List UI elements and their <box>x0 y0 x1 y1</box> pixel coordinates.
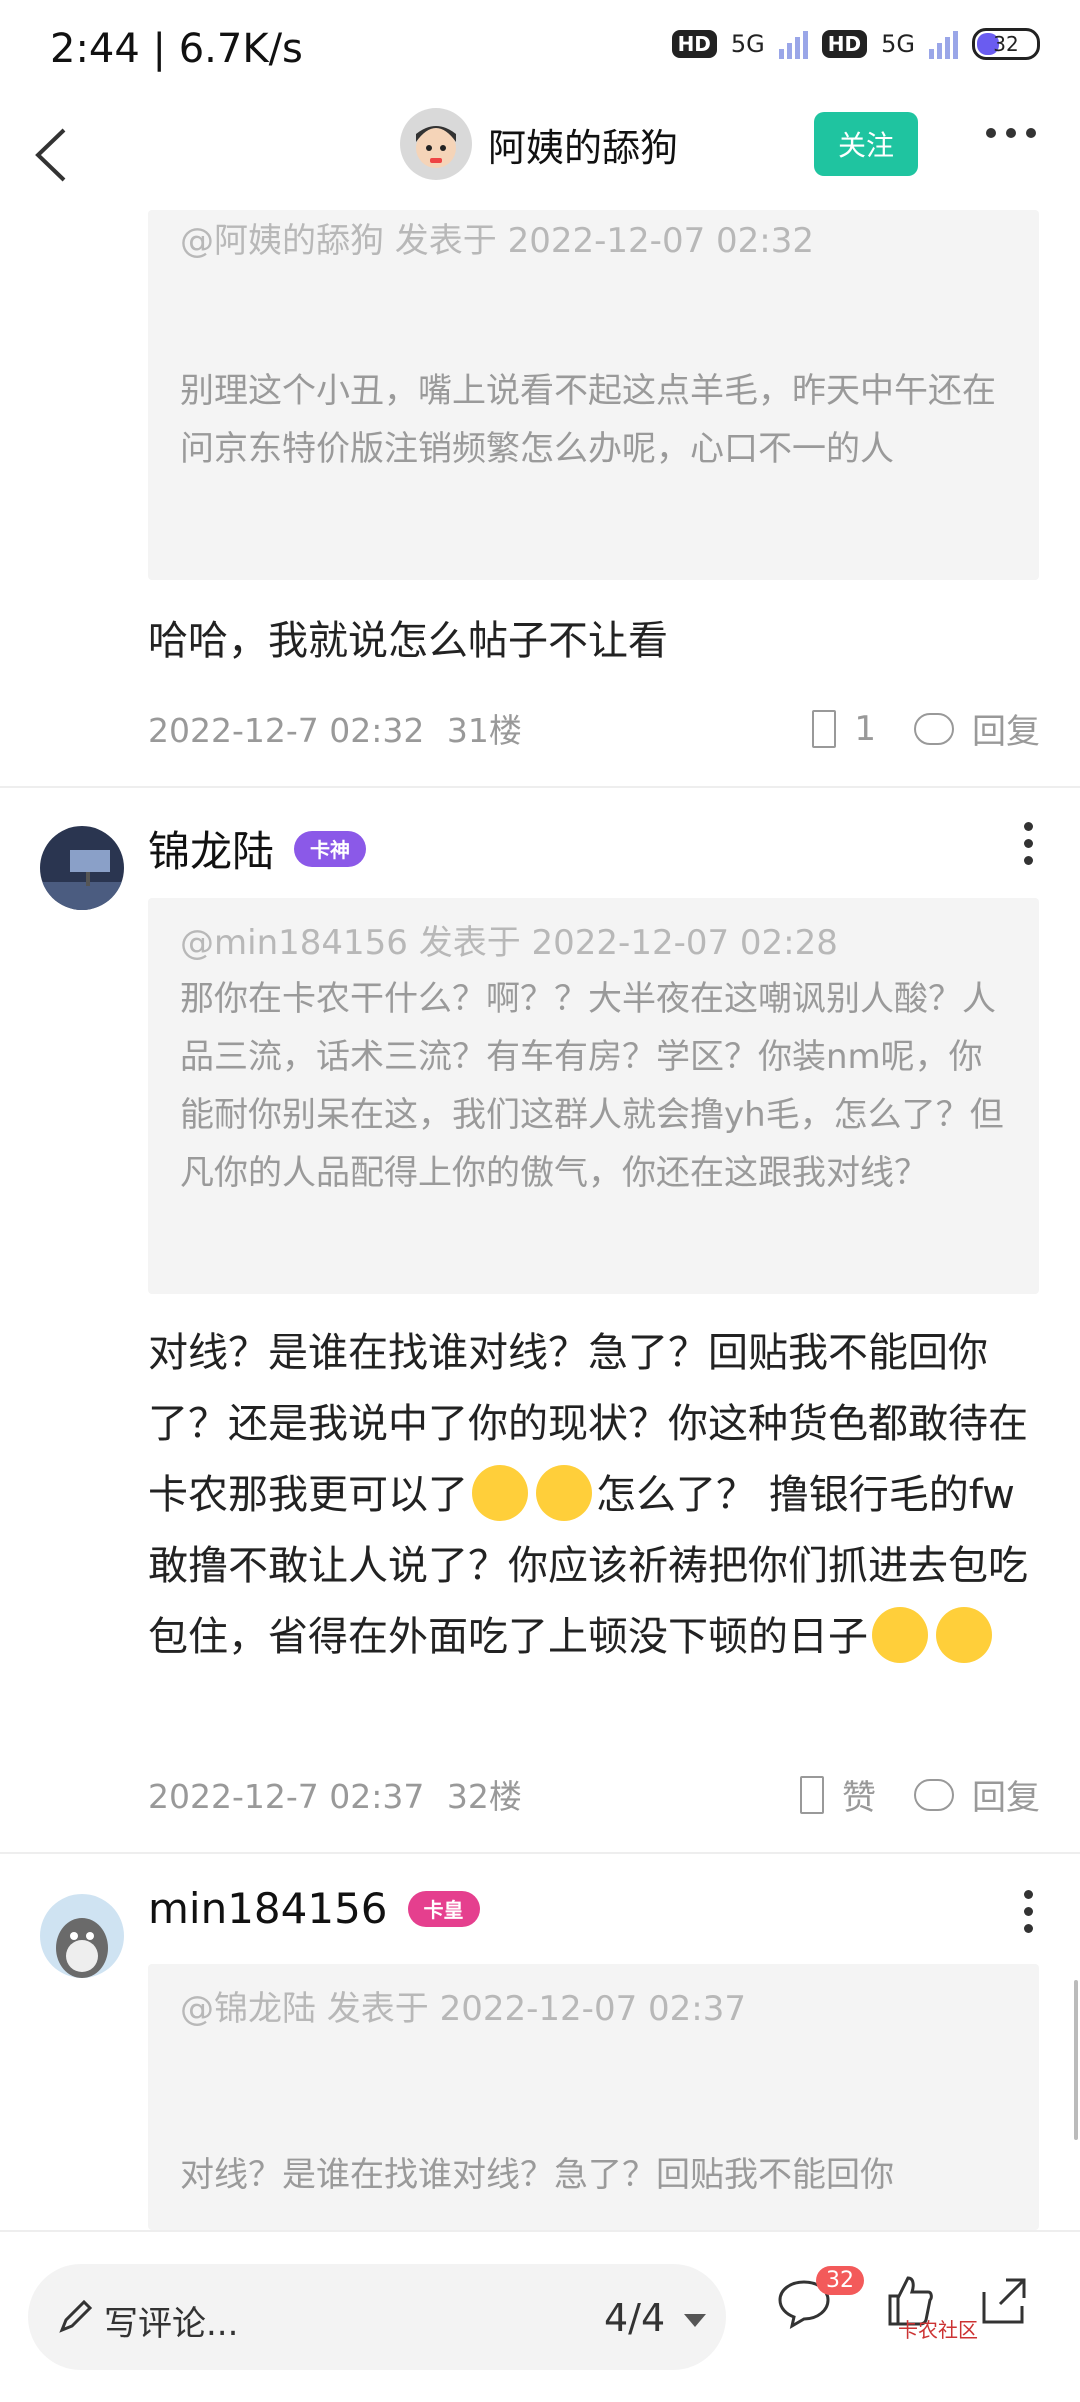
post-body: 哈哈，我就说怎么帖子不让看 <box>148 618 668 664</box>
quote-text: 那你在卡农干什么？啊？？大半夜在这嘲讽别人酸？人品三流，话术三流？有车有房？学区… <box>180 979 1004 1193</box>
laughing-emoji-icon <box>536 1465 592 1521</box>
divider <box>0 786 1080 788</box>
comment-count-badge: 32 <box>816 2266 864 2295</box>
laughing-emoji-icon <box>872 1607 928 1663</box>
status-icons: HD 5G HD 5G 32 <box>671 28 1040 60</box>
post-meta: 2022-12-7 02:32 31楼 <box>148 704 522 752</box>
network-label-2: 5G <box>881 30 915 58</box>
like-count[interactable]: 1 <box>854 709 876 749</box>
username-text[interactable]: 锦龙陆 <box>148 818 274 879</box>
hd-icon-2: HD <box>821 30 868 58</box>
share-icon[interactable] <box>976 2272 1032 2328</box>
battery-icon: 32 <box>972 28 1040 60</box>
reply-icon[interactable] <box>914 1778 954 1811</box>
back-arrow-icon[interactable] <box>24 120 84 190</box>
quoted-reply: @阿姨的舔狗 发表于 2022-12-07 02:32 别理这个小丑，嘴上说看不… <box>148 210 1039 580</box>
username[interactable]: 锦龙陆 卡神 <box>148 818 367 879</box>
rank-badge: 卡神 <box>294 830 367 867</box>
network-label: 5G <box>730 30 765 58</box>
chevron-down-icon[interactable] <box>684 2314 706 2327</box>
username-text[interactable]: min184156 <box>148 1884 388 1933</box>
rank-badge: 卡皇 <box>407 1890 480 1927</box>
scrollbar[interactable] <box>1074 1980 1078 2140</box>
post-date: 2022-12-7 02:37 <box>148 1777 425 1816</box>
post-meta: 2022-12-7 02:37 32楼 <box>148 1770 522 1818</box>
post-floor: 32楼 <box>446 1777 522 1816</box>
user-avatar[interactable] <box>400 108 472 180</box>
post-actions: 赞 回复 <box>800 1770 1040 1819</box>
comment-placeholder[interactable]: 写评论... <box>104 2296 238 2345</box>
post-date: 2022-12-7 02:32 <box>148 711 425 750</box>
laughing-emoji-icon <box>936 1607 992 1663</box>
hd-icon: HD <box>671 30 717 58</box>
top-nav: 阿姨的舔狗 关注 <box>0 100 1080 210</box>
reply-button[interactable]: 回复 <box>972 704 1040 753</box>
post-body: 对线？是谁在找谁对线？急了？回贴我不能回你了？还是我说中了你的现状？你这种货色都… <box>148 1318 1038 1673</box>
reply-icon[interactable] <box>914 712 954 745</box>
quote-header: @阿姨的舔狗 发表于 2022-12-07 02:32 <box>180 221 814 261</box>
quote-header: @min184156 发表于 2022-12-07 02:28 <box>180 923 838 963</box>
status-bar: 2:44 | 6.7K/s HD 5G HD 5G 32 <box>0 0 1080 100</box>
quoted-reply: @min184156 发表于 2022-12-07 02:28 那你在卡农干什么… <box>148 898 1039 1294</box>
user-avatar[interactable] <box>40 826 124 910</box>
username[interactable]: min184156 卡皇 <box>148 1884 480 1933</box>
more-options-icon[interactable] <box>986 128 1036 138</box>
user-avatar[interactable] <box>40 1894 124 1978</box>
watermark-text: 卡农社区 <box>898 2318 978 2342</box>
quoted-reply: @锦龙陆 发表于 2022-12-07 02:37 对线？是谁在找谁对线？急了？… <box>148 1964 1039 2230</box>
like-icon[interactable] <box>800 1775 824 1814</box>
quote-text: 别理这个小丑，嘴上说看不起这点羊毛，昨天中午还在问京东特价版注销频繁怎么办呢，心… <box>180 371 996 469</box>
laughing-emoji-icon <box>472 1465 528 1521</box>
quote-text: 对线？是谁在找谁对线？急了？回贴我不能回你 <box>180 2155 894 2195</box>
signal-icon <box>778 29 808 59</box>
bottom-bar: 写评论... 4/4 32 卡农社区 <box>0 2230 1080 2402</box>
divider <box>0 1852 1080 1854</box>
reply-button[interactable]: 回复 <box>972 1770 1040 1819</box>
pencil-icon <box>59 2299 93 2333</box>
page-indicator[interactable]: 4/4 <box>604 2296 665 2340</box>
like-button[interactable]: 赞 <box>842 1770 876 1819</box>
page-title: 阿姨的舔狗 <box>488 125 679 170</box>
post-floor: 31楼 <box>446 711 522 750</box>
post-actions: 1 回复 <box>812 704 1040 753</box>
signal-icon-2 <box>929 29 958 59</box>
more-options-icon[interactable] <box>1024 822 1033 865</box>
status-time: 2:44 | 6.7K/s <box>50 26 303 72</box>
nav-title-group[interactable]: 阿姨的舔狗 <box>400 108 678 180</box>
follow-button[interactable]: 关注 <box>814 112 918 176</box>
like-icon[interactable] <box>812 709 837 748</box>
comment-input[interactable]: 写评论... 4/4 <box>28 2264 726 2370</box>
quote-header: @锦龙陆 发表于 2022-12-07 02:37 <box>180 1989 746 2029</box>
more-options-icon[interactable] <box>1024 1890 1033 1933</box>
